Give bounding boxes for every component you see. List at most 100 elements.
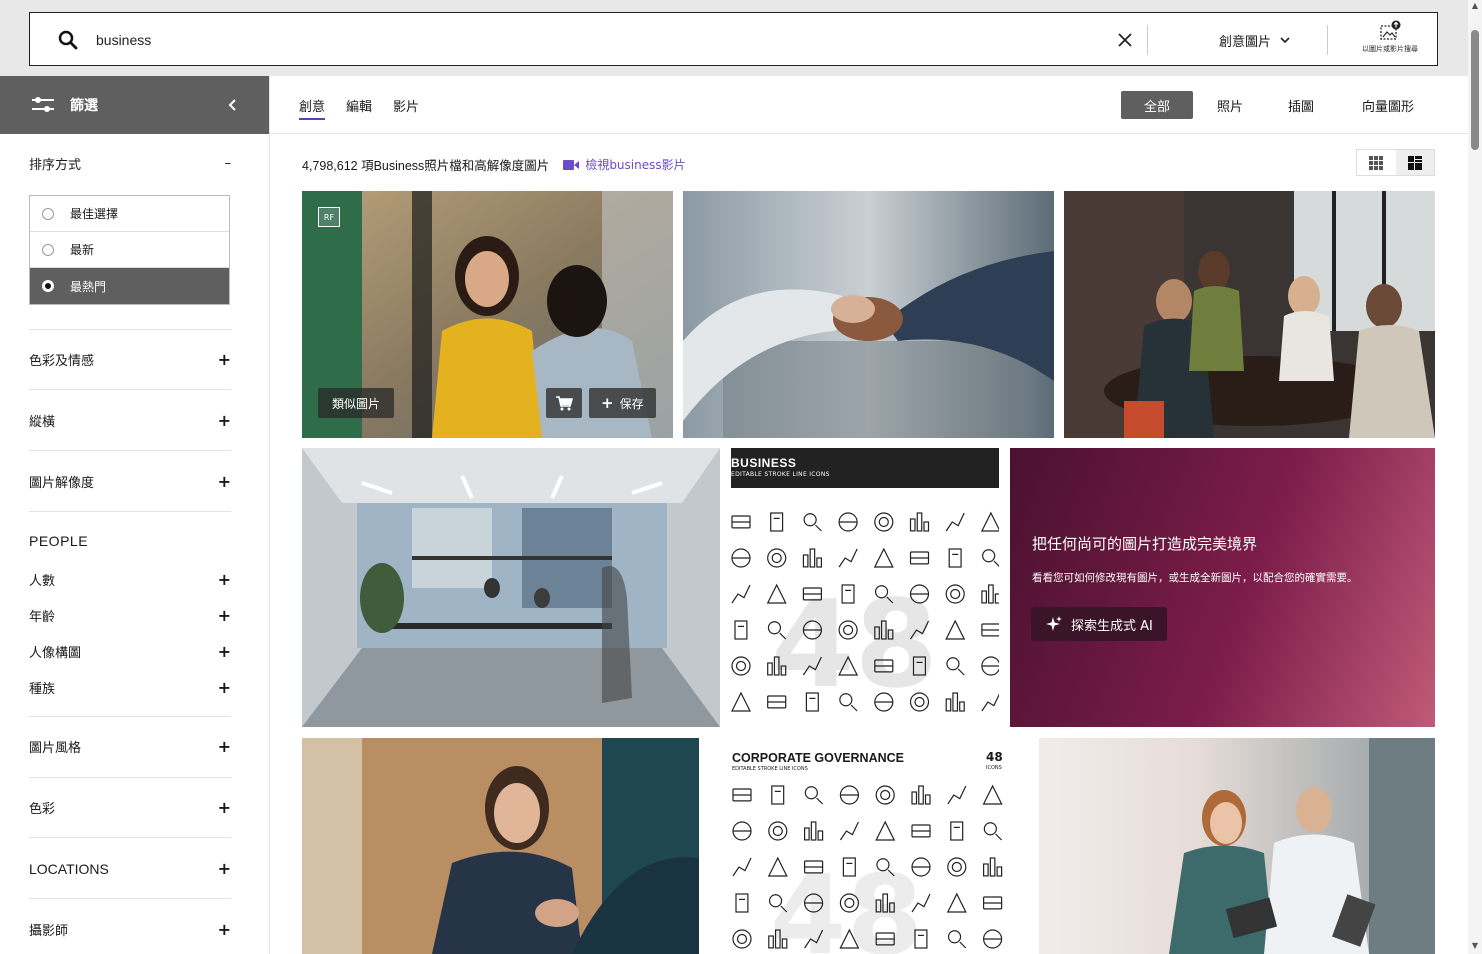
image-tile-office-interior[interactable] xyxy=(302,448,720,727)
scroll-thumb[interactable] xyxy=(1471,30,1479,150)
search-input[interactable] xyxy=(96,27,1076,53)
chevron-down-icon xyxy=(1280,37,1290,44)
icon-set-corporate-governance[interactable]: CORPORATE GOVERNANCE EDITABLE STROKE LIN… xyxy=(710,738,1028,954)
video-camera-icon xyxy=(563,159,580,170)
divider xyxy=(29,329,231,330)
filter-image-style[interactable]: 圖片風格 + xyxy=(29,737,231,756)
icon-set-title: BUSINESS xyxy=(731,456,797,470)
icon-set-title: CORPORATE GOVERNANCE xyxy=(732,751,905,765)
plus-icon: + xyxy=(217,606,231,625)
tab-creative[interactable]: 創意 xyxy=(299,96,326,120)
divider xyxy=(29,777,231,778)
tab-all[interactable]: 全部 xyxy=(1121,91,1193,119)
save-button[interactable]: + 保存 xyxy=(589,388,656,418)
plus-icon: + xyxy=(217,350,231,369)
photo-woman-smiling-handshake xyxy=(302,738,699,954)
mosaic-view-button[interactable] xyxy=(1395,150,1434,175)
image-search-button[interactable]: 以圖片或影片搜尋 xyxy=(1342,17,1438,63)
scroll-down-icon[interactable]: ▼ xyxy=(1471,942,1479,950)
filter-locations[interactable]: LOCATIONS + xyxy=(29,859,231,878)
radio-icon xyxy=(42,243,54,256)
filter-composition[interactable]: 人像構圖 + xyxy=(29,642,231,661)
icon-set-header: BUSINESS EDITABLE STROKE LINE ICONS xyxy=(731,448,999,488)
icon-set-business[interactable]: BUSINESS EDITABLE STROKE LINE ICONS 48 xyxy=(731,448,999,727)
search-box: 創意圖片 以圖片或影片搜尋 xyxy=(29,12,1438,66)
divider xyxy=(29,389,231,390)
sort-option-newest[interactable]: 最新 xyxy=(30,232,229,268)
business-icons-grid: 48 xyxy=(731,511,999,715)
grid-view-button[interactable] xyxy=(1357,150,1396,175)
divider xyxy=(29,450,231,451)
explore-ai-button[interactable]: 探索生成式 AI xyxy=(1031,607,1167,641)
divider xyxy=(1147,25,1148,55)
photo-colleagues-tablet xyxy=(1039,738,1435,954)
tab-editorial[interactable]: 編輯 xyxy=(346,96,372,118)
scroll-up-icon[interactable]: ▲ xyxy=(1471,2,1479,10)
filter-label: 圖片解像度 xyxy=(29,476,95,491)
filter-header[interactable]: 篩選 xyxy=(0,76,269,134)
filter-ethnicity[interactable]: 種族 + xyxy=(29,678,231,697)
divider xyxy=(29,511,231,512)
plus-icon: + xyxy=(217,472,231,491)
filter-color-mood[interactable]: 色彩及情感 + xyxy=(29,350,231,369)
search-icon[interactable] xyxy=(58,30,78,50)
sort-option-popular[interactable]: 最熱門 xyxy=(30,268,229,304)
filter-label: 攝影師 xyxy=(29,924,69,939)
plus-icon: + xyxy=(217,570,231,589)
image-tile-woman-handshake[interactable]: RF 類似圖片 + 保存 xyxy=(302,191,673,438)
sort-option-best[interactable]: 最佳選擇 xyxy=(30,196,229,232)
filter-people-count[interactable]: 人數 + xyxy=(29,570,231,589)
tab-illustrations[interactable]: 插圖 xyxy=(1276,91,1326,119)
view-videos-link[interactable]: 檢視business影片 xyxy=(563,156,686,173)
promo-title: 把任何尚可的圖片打造成完美境界 xyxy=(1032,535,1258,553)
photo-handshake xyxy=(683,191,1054,438)
filter-sidebar: 篩選 排序方式 – 最佳選擇 最新 最熱門 色彩及情感 + 縱橫 + 圖片解像度 + … xyxy=(0,76,270,954)
close-icon[interactable] xyxy=(1115,30,1135,50)
image-tile-team-meeting[interactable] xyxy=(1064,191,1435,438)
image-tile-woman-smiling-handshake[interactable] xyxy=(302,738,699,954)
tab-video[interactable]: 影片 xyxy=(393,96,419,118)
grid-icon xyxy=(1369,155,1384,170)
plus-icon: + xyxy=(217,678,231,697)
filter-label: 篩選 xyxy=(70,98,98,114)
promo-generative-ai: 把任何尚可的圖片打造成完美境界 看看您可如何修改現有圖片，或生成全新圖片，以配合… xyxy=(1010,448,1435,727)
similar-images-button[interactable]: 類似圖片 xyxy=(318,388,395,418)
view-toggle xyxy=(1356,149,1435,176)
tab-vectors[interactable]: 向量圖形 xyxy=(1350,91,1426,119)
filter-photographer[interactable]: 攝影師 + xyxy=(29,920,231,939)
photo-team-meeting xyxy=(1064,191,1435,438)
icon-set-subtitle: EDITABLE STROKE LINE ICONS xyxy=(732,766,808,772)
view-videos-label: 檢視business影片 xyxy=(585,158,686,172)
page-scrollbar[interactable]: ▲ ▼ xyxy=(1468,0,1482,954)
image-tile-colleagues-tablet[interactable] xyxy=(1039,738,1435,954)
sliders-icon xyxy=(32,97,54,112)
sort-option-label: 最熱門 xyxy=(70,279,107,294)
chevron-left-icon[interactable] xyxy=(227,98,239,112)
filter-label: LOCATIONS xyxy=(29,860,109,877)
top-bar: 創意圖片 以圖片或影片搜尋 xyxy=(0,0,1468,76)
results-header: 4,798,612 項Business照片檔和高解像度圖片 檢視business… xyxy=(302,155,686,174)
filter-age[interactable]: 年齡 + xyxy=(29,606,231,625)
radio-selected-icon xyxy=(42,280,54,292)
filter-resolution[interactable]: 圖片解像度 + xyxy=(29,472,231,491)
tab-photos[interactable]: 照片 xyxy=(1205,91,1255,119)
image-tile-handshake[interactable] xyxy=(683,191,1054,438)
filter-label: 縱橫 xyxy=(29,415,56,430)
camera-search-icon xyxy=(1380,20,1401,40)
sort-option-label: 最佳選擇 xyxy=(70,207,119,221)
collapse-icon[interactable]: – xyxy=(225,156,232,171)
plus-icon: + xyxy=(217,798,231,817)
image-type-select[interactable]: 創意圖片 xyxy=(1190,27,1320,53)
filter-orientation[interactable]: 縱橫 + xyxy=(29,411,231,430)
plus-icon: + xyxy=(217,411,231,430)
sort-option-label: 最新 xyxy=(70,243,95,257)
cart-icon xyxy=(556,396,573,411)
plus-icon: + xyxy=(601,394,614,412)
cart-button[interactable] xyxy=(546,388,582,418)
sort-section-header[interactable]: 排序方式 – xyxy=(29,154,231,173)
filter-color[interactable]: 色彩 + xyxy=(29,798,231,817)
plus-icon: + xyxy=(217,859,231,878)
results-count: 4,798,612 項Business照片檔和高解像度圖片 xyxy=(302,159,550,173)
svg-text:48: 48 xyxy=(770,851,923,954)
rf-badge: RF xyxy=(318,207,340,227)
